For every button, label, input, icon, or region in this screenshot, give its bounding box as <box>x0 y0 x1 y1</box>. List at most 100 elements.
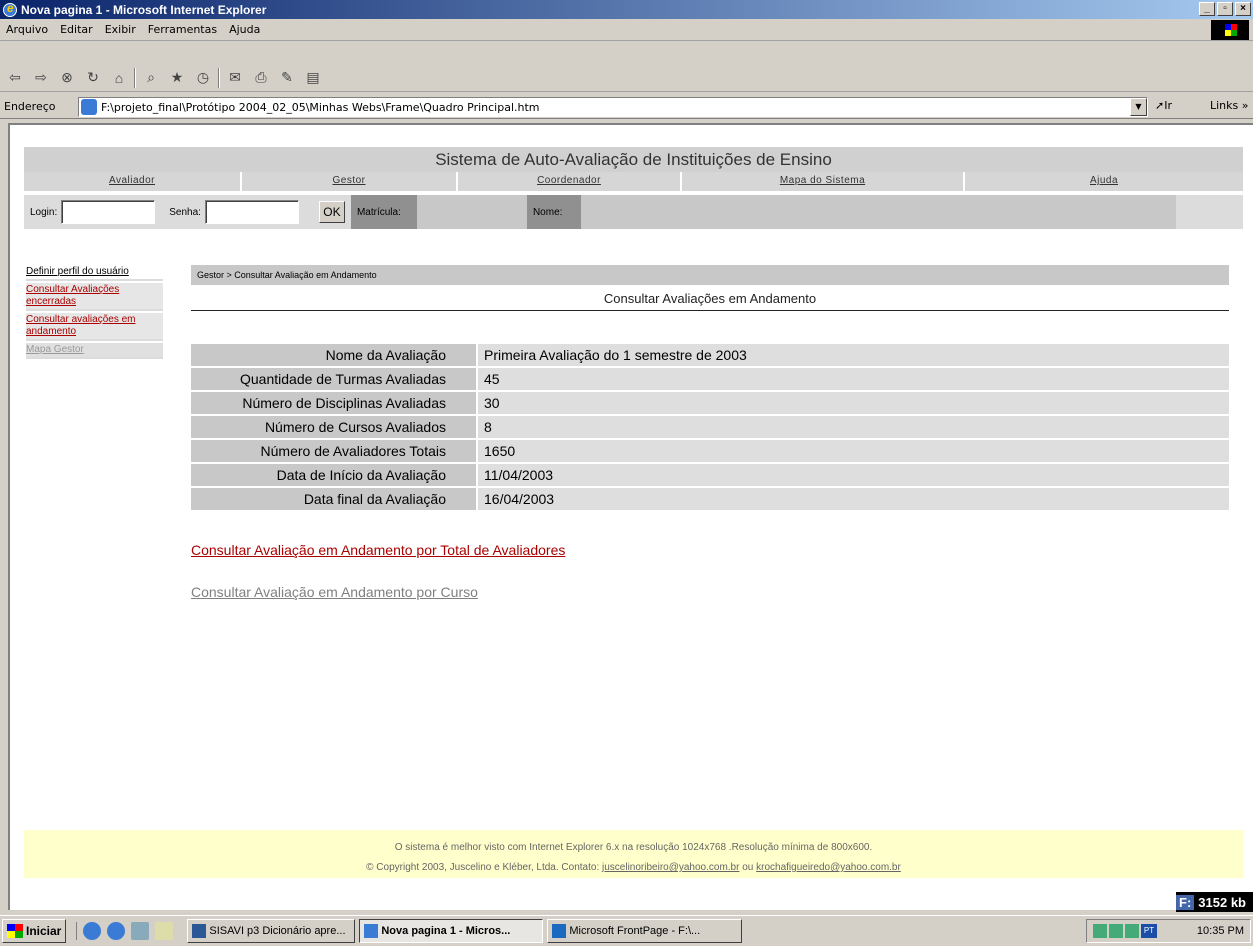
toolbar-separator <box>218 67 220 88</box>
links-button[interactable]: Links » <box>1210 99 1248 112</box>
menu-editar[interactable]: Editar <box>54 23 99 36</box>
browser-toolbar: ⇦ ⇨ ⊗ ↻ ⌂ ⌕ ★ ◷ ✉ ⎙ ✎ ▤ <box>0 64 1253 92</box>
refresh-icon[interactable]: ↻ <box>82 68 104 88</box>
task-label: Nova pagina 1 - Micros... <box>381 925 511 937</box>
window-titlebar: Nova pagina 1 - Microsoft Internet Explo… <box>0 0 1253 19</box>
site-nav: Avaliador Gestor Coordenador Mapa do Sis… <box>24 172 1243 191</box>
row-value: 11/04/2003 <box>478 464 1229 486</box>
sidebar-item-definir-perfil[interactable]: Definir perfil do usuário <box>26 265 163 281</box>
row-value: 16/04/2003 <box>478 488 1229 510</box>
network-icon[interactable] <box>1109 924 1123 938</box>
drive-label: F: <box>1176 894 1195 910</box>
table-row: Número de Avaliadores Totais 1650 <box>191 440 1229 462</box>
matricula-label: Matrícula: <box>350 195 417 229</box>
system-title: Sistema de Auto-Avaliação de Instituiçõe… <box>24 147 1243 172</box>
task-label: SISAVI p3 Dicionário apre... <box>209 925 346 937</box>
system-tray: PT 10:35 PM <box>1086 919 1251 943</box>
taskbar: Iniciar SISAVI p3 Dicionário apre... Nov… <box>0 915 1253 946</box>
sidebar-item-avaliacoes-andamento[interactable]: Consultar avaliações em andamento <box>26 313 163 341</box>
mail-icon[interactable]: ✉ <box>224 68 246 88</box>
nav-gestor[interactable]: Gestor <box>242 172 456 191</box>
notepad-icon[interactable] <box>155 922 174 940</box>
breadcrumb: Gestor > Consultar Avaliação em Andament… <box>191 265 1229 285</box>
search-icon[interactable]: ⌕ <box>140 68 162 88</box>
menu-ferramentas[interactable]: Ferramentas <box>142 23 223 36</box>
or-text: ou <box>739 862 757 873</box>
menu-exibir[interactable]: Exibir <box>99 23 142 36</box>
table-row: Data de Início da Avaliação 11/04/2003 <box>191 464 1229 486</box>
email-link-krocha[interactable]: krochafigueiredo@yahoo.com.br <box>756 862 901 873</box>
menu-bar: Arquivo Editar Exibir Ferramentas Ajuda <box>0 19 1253 41</box>
desktop-icon[interactable] <box>131 922 150 940</box>
connection-icon[interactable] <box>1125 924 1139 938</box>
edit-icon[interactable]: ✎ <box>276 68 298 88</box>
row-label: Nome da Avaliação <box>191 344 476 366</box>
login-input[interactable] <box>61 200 156 224</box>
page-viewport: Sistema de Auto-Avaliação de Instituiçõe… <box>8 123 1253 910</box>
table-row: Número de Cursos Avaliados 8 <box>191 416 1229 438</box>
go-button[interactable]: ➚Ir <box>1155 99 1172 112</box>
address-dropdown-icon[interactable]: ▼ <box>1130 98 1147 116</box>
nav-avaliador[interactable]: Avaliador <box>24 172 240 191</box>
ok-button[interactable]: OK <box>318 201 345 223</box>
volume-icon[interactable] <box>1093 924 1107 938</box>
go-label: Ir <box>1164 99 1172 112</box>
task-ie[interactable]: Nova pagina 1 - Micros... <box>359 919 544 943</box>
clock: 10:35 PM <box>1196 925 1244 937</box>
login-label: Login: <box>30 206 58 218</box>
row-value: 30 <box>478 392 1229 414</box>
row-label: Número de Cursos Avaliados <box>191 416 476 438</box>
link-total-avaliadores[interactable]: Consultar Avaliação em Andamento por Tot… <box>191 542 565 558</box>
row-value: 8 <box>478 416 1229 438</box>
ie-icon <box>3 1 17 17</box>
email-link-juscelino[interactable]: juscelinoribeiro@yahoo.com.br <box>602 862 739 873</box>
ie-quicklaunch-icon[interactable] <box>107 922 126 940</box>
page-footer: O sistema é melhor visto com Internet Ex… <box>24 830 1243 878</box>
maximize-button[interactable]: ▫ <box>1217 2 1233 16</box>
stop-icon[interactable]: ⊗ <box>56 68 78 88</box>
language-indicator[interactable]: PT <box>1141 924 1157 938</box>
row-value: 45 <box>478 368 1229 390</box>
menu-arquivo[interactable]: Arquivo <box>0 23 54 36</box>
back-icon[interactable]: ⇦ <box>4 68 26 88</box>
menu-ajuda[interactable]: Ajuda <box>223 23 266 36</box>
ie-icon <box>364 924 379 938</box>
nav-ajuda[interactable]: Ajuda <box>965 172 1243 191</box>
page-title: Consultar Avaliações em Andamento <box>191 291 1229 311</box>
nome-value <box>580 195 1176 229</box>
address-input[interactable]: F:\projeto_final\Protótipo 2004_02_05\Mi… <box>78 97 1148 117</box>
forward-icon[interactable]: ⇨ <box>30 68 52 88</box>
table-row: Número de Disciplinas Avaliadas 30 <box>191 392 1229 414</box>
link-por-curso[interactable]: Consultar Avaliação em Andamento por Cur… <box>191 584 478 600</box>
row-label: Número de Disciplinas Avaliadas <box>191 392 476 414</box>
sidebar-item-mapa-gestor[interactable]: Mapa Gestor <box>26 343 163 359</box>
row-label: Número de Avaliadores Totais <box>191 440 476 462</box>
close-button[interactable]: × <box>1235 2 1251 16</box>
copyright-text: © Copyright 2003, Juscelino e Kléber, Lt… <box>366 862 603 873</box>
nav-mapa-do-sistema[interactable]: Mapa do Sistema <box>682 172 963 191</box>
discuss-icon[interactable]: ▤ <box>302 68 324 88</box>
sidebar: Definir perfil do usuário Consultar Aval… <box>26 265 163 361</box>
home-icon[interactable]: ⌂ <box>108 68 130 88</box>
sidebar-item-avaliacoes-encerradas[interactable]: Consultar Avaliações encerradas <box>26 283 163 311</box>
senha-input[interactable] <box>204 200 299 224</box>
toolbar-separator <box>134 67 136 88</box>
task-frontpage[interactable]: Microsoft FrontPage - F:\... <box>547 919 743 943</box>
table-row: Nome da Avaliação Primeira Avaliação do … <box>191 344 1229 366</box>
print-icon[interactable]: ⎙ <box>250 68 272 88</box>
nome-label: Nome: <box>526 195 581 229</box>
ie-quicklaunch-icon[interactable] <box>83 922 102 940</box>
history-icon[interactable]: ◷ <box>192 68 214 88</box>
frontpage-icon <box>552 924 567 938</box>
favorites-icon[interactable]: ★ <box>166 68 188 88</box>
start-button[interactable]: Iniciar <box>2 919 67 943</box>
task-sisavi[interactable]: SISAVI p3 Dicionário apre... <box>187 919 356 943</box>
row-label: Quantidade de Turmas Avaliadas <box>191 368 476 390</box>
minimize-button[interactable]: _ <box>1199 2 1215 16</box>
row-value: 1650 <box>478 440 1229 462</box>
footer-line1: O sistema é melhor visto com Internet Ex… <box>394 842 873 853</box>
nav-coordenador[interactable]: Coordenador <box>458 172 680 191</box>
row-value: Primeira Avaliação do 1 semestre de 2003 <box>478 344 1229 366</box>
footer-line2: © Copyright 2003, Juscelino e Kléber, Lt… <box>24 858 1243 878</box>
word-icon <box>192 924 207 938</box>
